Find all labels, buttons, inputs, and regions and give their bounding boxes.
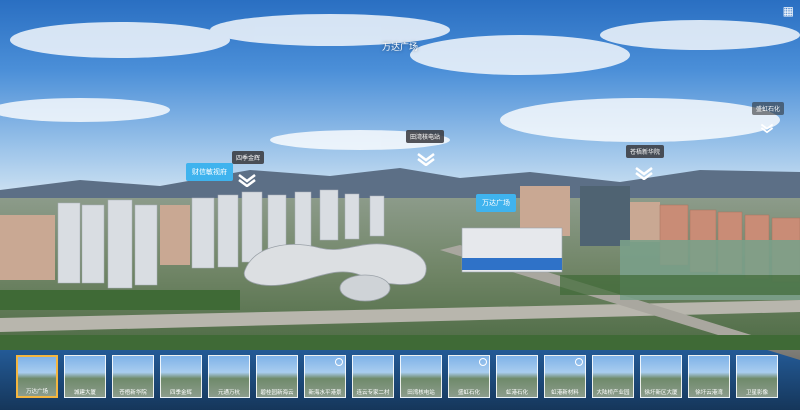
thumbnail-label: 四季金辉 bbox=[169, 390, 192, 396]
thumbnail-label: 徐圩云港湾 bbox=[695, 390, 723, 396]
thumbnail-image bbox=[65, 356, 105, 386]
thumbnail-item[interactable]: 城建大厦 bbox=[64, 355, 106, 398]
thumbnail-image bbox=[497, 356, 537, 386]
thumbnail-label: 卫星影像 bbox=[745, 390, 768, 396]
thumbnail-item[interactable]: 虹港石化 bbox=[496, 355, 538, 398]
thumbnail-label: 万达广场 bbox=[25, 389, 48, 395]
thumbnail-label: 田湾核电站 bbox=[407, 390, 435, 396]
thumbnail-item[interactable]: 田湾核电站 bbox=[400, 355, 442, 398]
play-icon bbox=[479, 358, 487, 366]
thumbnail-item[interactable]: 新海水平港景 bbox=[304, 355, 346, 398]
hotspot-cangwu[interactable]: 苍梧新华院 bbox=[626, 145, 665, 158]
thumbnail-item[interactable]: 卫星影像 bbox=[736, 355, 778, 398]
thumbnail-item[interactable]: 大陆桥产业园 bbox=[592, 355, 634, 398]
thumbnail-item[interactable]: 元通万杭 bbox=[208, 355, 250, 398]
panorama-viewer[interactable]: 万达广场 ▦ 四季金辉 财信敏视府 田湾核电站 万达广场 苍梧新华院 盛虹石化 … bbox=[0, 0, 800, 410]
hotspot-siji[interactable]: 四季金辉 bbox=[232, 151, 265, 164]
thumbnail-item[interactable]: 万达广场 bbox=[16, 355, 58, 398]
thumbnail-image bbox=[209, 356, 249, 386]
thumbnail-label: 盛虹石化 bbox=[457, 390, 480, 396]
thumbnail-image bbox=[257, 356, 297, 386]
gallery-icon[interactable]: ▦ bbox=[783, 4, 794, 18]
thumbnail-list: 万达广场 城建大厦 苍梧新华院 四季金辉 元通万杭 碧桂园新海云 新海水平港景 … bbox=[16, 355, 778, 398]
thumbnail-item[interactable]: 盛虹石化 bbox=[448, 355, 490, 398]
thumbnail-label: 大陆桥产业园 bbox=[596, 390, 630, 396]
hotspot-wanda[interactable]: 万达广场 bbox=[476, 194, 516, 212]
thumbnail-image bbox=[593, 356, 633, 386]
chevron-down-icon[interactable] bbox=[634, 166, 654, 180]
thumbnail-label: 苍梧新华院 bbox=[119, 390, 147, 396]
thumbnail-item[interactable]: 苍梧新华院 bbox=[112, 355, 154, 398]
thumbnail-label: 新海水平港景 bbox=[308, 390, 342, 396]
chevron-down-icon[interactable] bbox=[760, 122, 774, 134]
header-controls: ▦ bbox=[783, 4, 794, 18]
play-icon bbox=[575, 358, 583, 366]
thumbnail-label: 虹港新材料 bbox=[551, 390, 579, 396]
chevron-down-icon[interactable] bbox=[416, 152, 436, 166]
thumbnail-image bbox=[401, 356, 441, 386]
thumbnail-image bbox=[689, 356, 729, 386]
thumbnail-image bbox=[641, 356, 681, 386]
scene-title: 万达广场 bbox=[381, 43, 418, 53]
play-icon bbox=[335, 358, 343, 366]
thumbnail-image bbox=[18, 357, 56, 387]
thumbnail-image bbox=[113, 356, 153, 386]
chevron-down-icon[interactable] bbox=[237, 173, 257, 187]
thumbnail-item[interactable]: 徐圩云港湾 bbox=[688, 355, 730, 398]
hotspot-caixin[interactable]: 财信敏视府 bbox=[186, 163, 233, 181]
thumbnail-item[interactable]: 徐圩新区大厦 bbox=[640, 355, 682, 398]
thumbnail-item[interactable]: 四季金辉 bbox=[160, 355, 202, 398]
thumbnail-label: 碧桂园新海云 bbox=[260, 390, 294, 396]
thumbnail-label: 徐圩新区大厦 bbox=[644, 390, 678, 396]
thumbnail-image bbox=[737, 356, 777, 386]
panorama-scene[interactable] bbox=[0, 0, 800, 410]
thumbnail-item[interactable]: 连云专家二村 bbox=[352, 355, 394, 398]
thumbnail-item[interactable]: 碧桂园新海云 bbox=[256, 355, 298, 398]
thumbnail-image bbox=[161, 356, 201, 386]
thumbnail-image bbox=[353, 356, 393, 386]
thumbnail-item[interactable]: 虹港新材料 bbox=[544, 355, 586, 398]
hotspot-tianwan[interactable]: 田湾核电站 bbox=[406, 130, 445, 143]
hotspot-shenghong[interactable]: 盛虹石化 bbox=[752, 102, 785, 115]
thumbnail-label: 城建大厦 bbox=[73, 390, 96, 396]
thumbnail-label: 虹港石化 bbox=[505, 390, 528, 396]
thumbnail-label: 元通万杭 bbox=[217, 390, 240, 396]
thumbnail-label: 连云专家二村 bbox=[356, 390, 390, 396]
